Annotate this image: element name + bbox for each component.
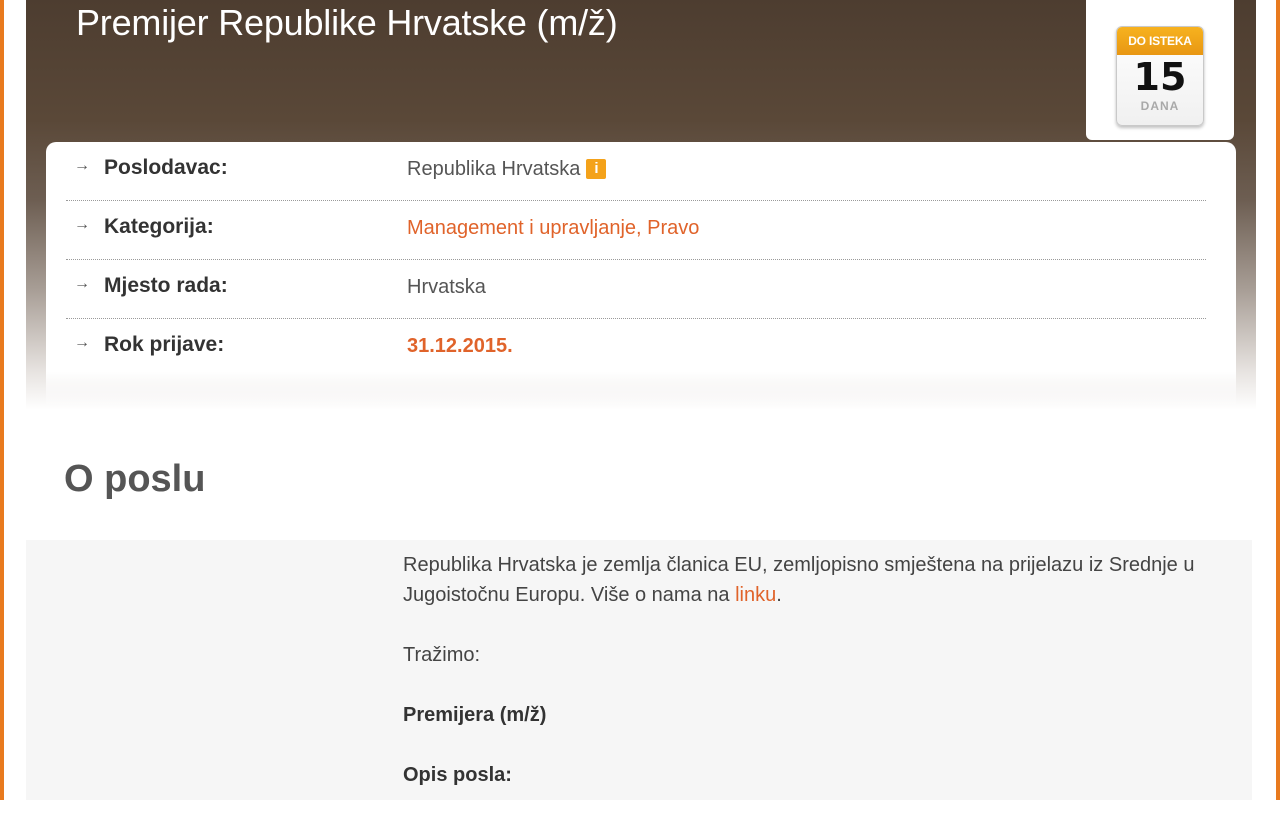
location-label: Mjesto rada: bbox=[104, 274, 228, 297]
employer-value: Republika Hrvatska bbox=[407, 158, 581, 180]
page-frame-right bbox=[1276, 0, 1280, 800]
employer-label: Poslodavac: bbox=[104, 156, 228, 179]
arrow-right-icon: → bbox=[74, 216, 90, 233]
position-title: Premijera (m/ž) bbox=[403, 704, 547, 726]
category-values: Management i upravljanje, Pravo bbox=[407, 217, 699, 240]
seeking-text: Tražimo: bbox=[403, 644, 481, 666]
deadline-label: Rok prijave: bbox=[104, 333, 225, 356]
category-separator: , bbox=[636, 217, 648, 239]
job-title: Premijer Republike Hrvatske (m/ž) bbox=[76, 2, 618, 43]
location-value: Hrvatska bbox=[407, 276, 486, 298]
expiry-badge-header: DO ISTEKA bbox=[1117, 27, 1203, 55]
info-icon[interactable]: i bbox=[586, 159, 607, 179]
deadline-value: 31.12.2015. bbox=[407, 335, 513, 357]
detail-row-deadline: → Rok prijave: 31.12.2015. bbox=[66, 319, 1206, 377]
about-heading: O poslu bbox=[64, 458, 206, 500]
job-description: Republika Hrvatska je zemlja članica EU,… bbox=[403, 550, 1233, 820]
detail-row-location: → Mjesto rada: Hrvatska bbox=[66, 260, 1206, 319]
arrow-right-icon: → bbox=[74, 157, 90, 174]
detail-row-category: → Kategorija: Management i upravljanje, … bbox=[66, 201, 1206, 260]
expiry-days-unit: DANA bbox=[1140, 99, 1180, 113]
arrow-right-icon: → bbox=[74, 334, 90, 351]
job-details-card: → Poslodavac: Republika Hrvatska i → Kate… bbox=[46, 142, 1236, 410]
category-link-management[interactable]: Management i upravljanje bbox=[407, 217, 636, 239]
category-label: Kategorija: bbox=[104, 215, 214, 238]
description-heading: Opis posla: bbox=[403, 764, 512, 786]
about-link[interactable]: linku bbox=[735, 584, 776, 606]
detail-row-employer: → Poslodavac: Republika Hrvatska i bbox=[66, 142, 1206, 201]
employer-value-wrap: Republika Hrvatska i bbox=[407, 158, 607, 181]
expiry-days-count: 15 bbox=[1133, 55, 1187, 99]
intro-paragraph: Republika Hrvatska je zemlja članica EU,… bbox=[403, 550, 1233, 610]
intro-end: . bbox=[776, 584, 782, 606]
category-link-law[interactable]: Pravo bbox=[647, 217, 699, 239]
expiry-calendar-icon: DO ISTEKA 15 DANA bbox=[1116, 26, 1204, 126]
arrow-right-icon: → bbox=[74, 275, 90, 292]
job-description-box: Republika Hrvatska je zemlja članica EU,… bbox=[26, 540, 1252, 800]
intro-text: Republika Hrvatska je zemlja članica EU,… bbox=[403, 554, 1195, 606]
page: Premijer Republike Hrvatske (m/ž) DO IST… bbox=[4, 0, 1276, 800]
